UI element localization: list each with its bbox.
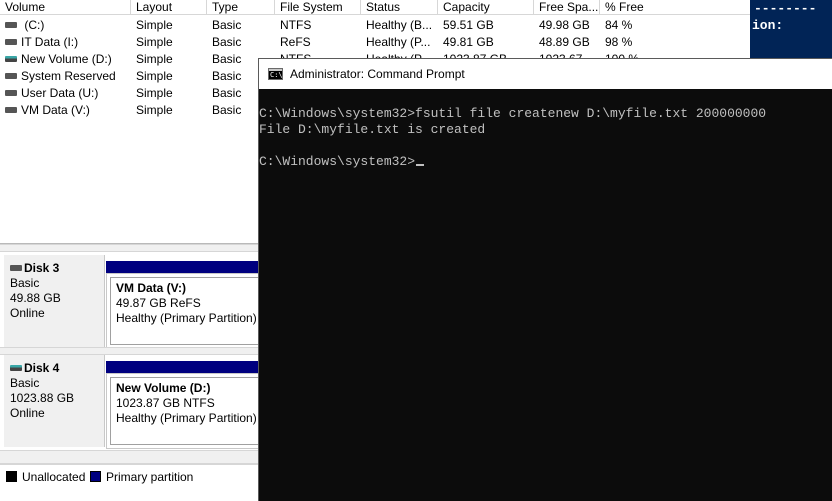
- cell-type: Basic: [212, 18, 242, 32]
- cell-capacity: 49.81 GB: [443, 35, 494, 49]
- cell-volume: User Data (U:): [5, 85, 131, 102]
- separator: [0, 347, 258, 355]
- legend-unallocated: Unallocated: [6, 470, 85, 484]
- volume-name: VM Data (V:): [21, 103, 90, 117]
- cmd-console[interactable]: C:\Windows\system32>fsutil file createne…: [259, 89, 832, 501]
- legend-unallocated-label: Unallocated: [22, 470, 86, 484]
- console-dashes: --------: [754, 1, 817, 16]
- partition-name: VM Data (V:): [116, 281, 187, 295]
- cell-type: Basic: [212, 35, 242, 49]
- cell-layout: Simple: [136, 103, 173, 117]
- column-header-layout[interactable]: Layout: [131, 0, 207, 15]
- drive-icon: [5, 90, 17, 96]
- volume-name: New Volume (D:): [21, 52, 112, 66]
- partition-bar: [106, 361, 258, 373]
- volume-list-header: Volume Layout Type File System Status Ca…: [0, 0, 750, 15]
- disk-state: Online: [10, 406, 45, 420]
- cell-volume: System Reserved: [5, 68, 131, 85]
- cell-volume: VM Data (V:): [5, 102, 131, 119]
- disk-type: Basic: [10, 376, 40, 390]
- column-header-volume[interactable]: Volume: [0, 0, 131, 15]
- disk-size: 49.88 GB: [10, 291, 61, 305]
- disk-3-label[interactable]: Disk 3 Basic 49.88 GB Online: [4, 255, 105, 347]
- cell-free: 49.98 GB: [539, 18, 590, 32]
- cell-layout: Simple: [136, 69, 173, 83]
- disk-size: 1023.88 GB: [10, 391, 75, 405]
- cmd-icon: C:\: [268, 68, 283, 80]
- table-row[interactable]: IT Data (I:) Simple Basic ReFS Healthy (P...…: [0, 34, 750, 51]
- cell-status: Healthy (P...: [366, 35, 431, 49]
- cell-fs: ReFS: [280, 35, 311, 49]
- partition-status: Healthy (Primary Partition): [116, 311, 257, 325]
- legend-primary-label: Primary partition: [106, 470, 194, 484]
- cell-volume: (C:): [5, 17, 131, 34]
- disk-graphical-view: Disk 3 Basic 49.88 GB Online VM Data (V:…: [0, 243, 258, 501]
- partition-vm-data[interactable]: VM Data (V:) 49.87 GB ReFS Healthy (Prim…: [106, 273, 258, 349]
- volume-name: (C:): [21, 18, 45, 32]
- column-header-percent-free[interactable]: % Free: [600, 0, 750, 15]
- disk-type: Basic: [10, 276, 40, 290]
- cell-fs: NTFS: [280, 18, 312, 32]
- console-text: ion:: [752, 18, 784, 33]
- disk-state: Online: [10, 306, 45, 320]
- separator: [0, 244, 258, 252]
- separator: [0, 450, 258, 464]
- partition-name: New Volume (D:): [116, 381, 211, 395]
- console-line: C:\Windows\system32>fsutil file createne…: [259, 106, 767, 121]
- volume-name: IT Data (I:): [21, 35, 79, 49]
- cell-volume: IT Data (I:): [5, 34, 131, 51]
- background-console-window[interactable]: -------- ion:: [750, 0, 832, 58]
- partition-detail: 49.87 GB ReFS: [116, 296, 201, 310]
- console-prompt-line[interactable]: C:\Windows\system32>: [259, 154, 425, 170]
- text-cursor: [416, 164, 425, 166]
- column-header-free-space[interactable]: Free Spa...: [534, 0, 600, 15]
- column-header-capacity[interactable]: Capacity: [438, 0, 534, 15]
- partition-status: Healthy (Primary Partition): [116, 411, 257, 425]
- cell-free: 48.89 GB: [539, 35, 590, 49]
- legend-primary: Primary partition: [90, 470, 193, 484]
- command-prompt-window[interactable]: C:\ Administrator: Command Prompt C:\Win…: [258, 58, 832, 501]
- primary-swatch: [90, 471, 101, 482]
- cell-capacity: 59.51 GB: [443, 18, 494, 32]
- table-row[interactable]: (C:) Simple Basic NTFS Healthy (B... 59.51 GB…: [0, 17, 750, 34]
- drive-icon: [10, 265, 22, 271]
- console-prompt: C:\Windows\system32>: [259, 154, 416, 169]
- drive-icon: [5, 56, 17, 62]
- cell-layout: Simple: [136, 86, 173, 100]
- cell-status: Healthy (B...: [366, 18, 433, 32]
- cmd-title: Administrator: Command Prompt: [290, 67, 465, 81]
- disk-name: Disk 4: [24, 361, 60, 375]
- cell-layout: Simple: [136, 18, 173, 32]
- column-header-status[interactable]: Status: [361, 0, 438, 15]
- cell-volume: New Volume (D:): [5, 51, 131, 68]
- drive-icon: [5, 22, 17, 28]
- cell-pct: 84 %: [605, 18, 633, 32]
- partition-bar: [106, 261, 258, 273]
- cell-layout: Simple: [136, 35, 173, 49]
- legend: Unallocated Primary partition: [0, 464, 258, 501]
- volume-name: System Reserved: [21, 69, 116, 83]
- drive-icon: [5, 107, 17, 113]
- drive-icon: [10, 365, 22, 371]
- cell-pct: 98 %: [605, 35, 633, 49]
- unallocated-swatch: [6, 471, 17, 482]
- partition-detail: 1023.87 GB NTFS: [116, 396, 215, 410]
- disk-name: Disk 3: [24, 261, 60, 275]
- column-header-type[interactable]: Type: [207, 0, 275, 15]
- cell-layout: Simple: [136, 52, 173, 66]
- disk-4-label[interactable]: Disk 4 Basic 1023.88 GB Online: [4, 355, 105, 447]
- partition-new-volume[interactable]: New Volume (D:) 1023.87 GB NTFS Healthy …: [106, 373, 258, 449]
- volume-name: User Data (U:): [21, 86, 99, 100]
- drive-icon: [5, 73, 17, 79]
- drive-icon: [5, 39, 17, 45]
- cmd-titlebar[interactable]: C:\ Administrator: Command Prompt: [259, 59, 832, 89]
- console-line: File D:\myfile.txt is created: [259, 122, 486, 137]
- column-header-file-system[interactable]: File System: [275, 0, 361, 15]
